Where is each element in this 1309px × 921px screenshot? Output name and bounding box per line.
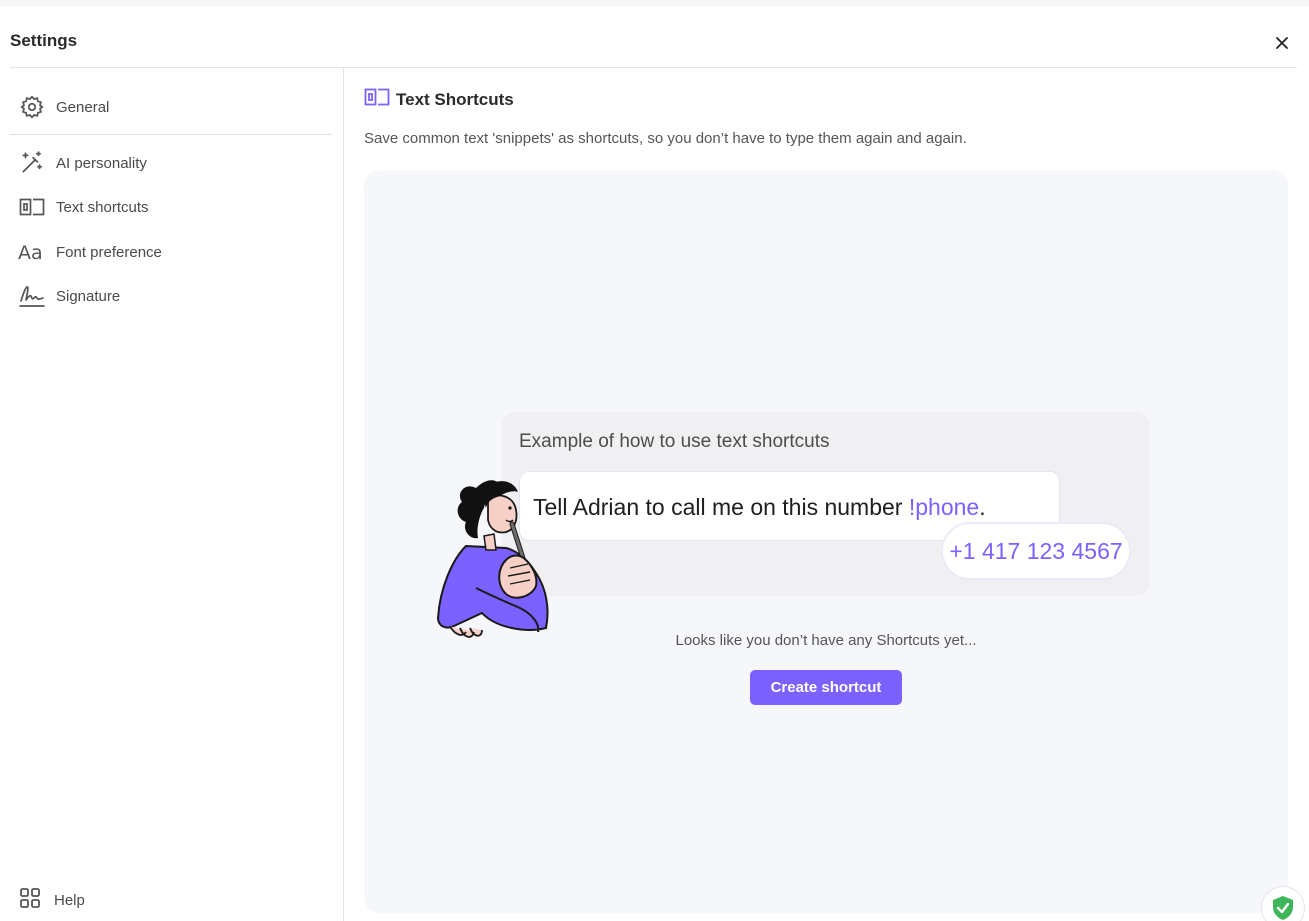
example-text-before: Tell Adrian to call me on this number — [533, 494, 909, 520]
shortcuts-panel: Example of how to use text shortcuts Tel… — [364, 170, 1288, 913]
woman-illustration — [436, 468, 556, 653]
sidebar-item-text-shortcuts[interactable]: Text shortcuts — [18, 191, 318, 223]
example-shortcut: !phone — [908, 494, 980, 520]
sidebar-divider — [10, 134, 332, 135]
example-title: Example of how to use text shortcuts — [519, 431, 830, 452]
sidebar-item-label: Font preference — [56, 243, 162, 261]
sidebar-item-signature[interactable]: Signature — [18, 280, 318, 312]
grid-icon — [18, 886, 42, 915]
example-expansion-pill: +1 417 123 4567 — [941, 522, 1131, 580]
example-message: Tell Adrian to call me on this number !p… — [533, 494, 986, 521]
shield-check-icon — [1273, 896, 1293, 920]
svg-text:Aa: Aa — [18, 242, 43, 263]
sidebar-item-general[interactable]: General — [18, 91, 318, 123]
close-button[interactable] — [1271, 32, 1293, 54]
main-content: Text Shortcuts Save common text 'snippet… — [344, 68, 1309, 921]
font-icon: Aa — [18, 238, 46, 266]
example-card: Example of how to use text shortcuts Tel… — [502, 412, 1150, 596]
empty-state-message: Looks like you don’t have any Shortcuts … — [675, 632, 977, 649]
sidebar-item-label: Signature — [56, 287, 121, 305]
sidebar-item-label: Text shortcuts — [56, 198, 149, 216]
magic-wand-icon — [18, 149, 46, 177]
text-shortcut-icon — [18, 193, 46, 221]
help-button[interactable]: Help — [18, 886, 85, 914]
sidebar-item-label: General — [56, 98, 110, 116]
signature-icon — [18, 282, 46, 310]
sidebar-item-ai-personality[interactable]: AI personality — [18, 147, 318, 179]
sidebar: General AI personality Text shortcuts Aa… — [0, 68, 344, 921]
top-strip — [0, 0, 1309, 6]
sidebar-item-label: AI personality — [56, 154, 147, 172]
help-label: Help — [54, 891, 85, 909]
page-title: Settings — [10, 31, 78, 50]
section-title: Text Shortcuts — [396, 89, 514, 109]
text-shortcut-icon — [364, 87, 390, 112]
section-description: Save common text 'snippets' as shortcuts… — [364, 130, 967, 147]
gear-icon — [18, 93, 46, 121]
create-shortcut-button[interactable]: Create shortcut — [750, 670, 902, 705]
sidebar-item-font-preference[interactable]: Aa Font preference — [18, 236, 318, 268]
close-icon — [1276, 37, 1288, 49]
example-text-after: . — [979, 494, 986, 520]
section-header: Text Shortcuts — [364, 87, 514, 112]
settings-header: Settings — [10, 20, 1297, 68]
